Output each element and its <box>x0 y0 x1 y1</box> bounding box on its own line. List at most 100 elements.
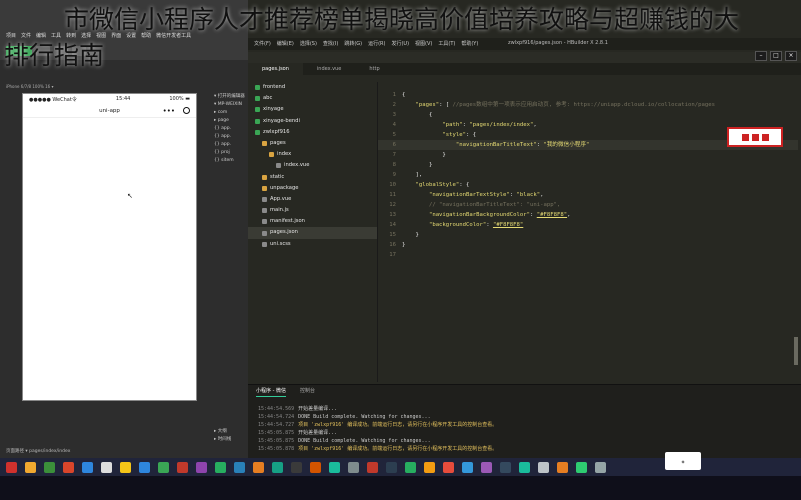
mouse-cursor-icon: ↖ <box>127 192 133 200</box>
sim-capsule-button[interactable]: ••• <box>163 107 190 114</box>
app-icon[interactable] <box>82 461 93 473</box>
code-line[interactable]: 7 } <box>378 150 798 160</box>
tree-item[interactable]: main.js <box>248 205 377 216</box>
tree-item-label: index.vue <box>284 162 310 169</box>
code-line[interactable]: 15 } <box>378 230 798 240</box>
app-icon[interactable] <box>25 461 36 473</box>
app-icon[interactable] <box>177 461 188 473</box>
code-line[interactable]: 8 } <box>378 160 798 170</box>
code-line[interactable]: 17 <box>378 250 798 260</box>
tree-item[interactable]: frontend <box>248 82 377 93</box>
code-line[interactable]: 12 // "navigationBarTitleText": "uni-app… <box>378 200 798 210</box>
devtools-tree-item[interactable]: {} sitem <box>214 157 248 165</box>
console-message: DONE Build complete. Watching for change… <box>298 414 431 420</box>
tree-item-label: manifest.json <box>270 218 305 225</box>
tree-item[interactable]: index <box>248 149 377 160</box>
start-button-icon[interactable] <box>6 461 17 473</box>
app-icon[interactable] <box>538 461 549 473</box>
tree-item[interactable]: pages.json <box>248 227 377 239</box>
app-icon[interactable] <box>367 461 378 473</box>
code-line[interactable]: 9 ], <box>378 170 798 180</box>
phone-simulator[interactable]: ●●●●● WeChat令 15:44 100% ▬ uni-app ••• ↖ <box>22 93 197 401</box>
app-icon[interactable] <box>557 461 568 473</box>
code-line[interactable]: 1{ <box>378 90 798 100</box>
console-tab[interactable]: 小程序 - 微信 <box>256 385 286 397</box>
devtools-outline-item[interactable]: ▸ 时间线 <box>214 436 248 444</box>
file-icon <box>262 196 267 202</box>
app-icon[interactable] <box>576 461 587 473</box>
app-icon[interactable] <box>310 461 321 473</box>
code-line[interactable]: 10 "globalStyle": { <box>378 180 798 190</box>
code-line[interactable]: 3 { <box>378 110 798 120</box>
tree-item[interactable]: xinyage <box>248 104 377 115</box>
app-icon[interactable] <box>424 461 435 473</box>
tree-item-label: pages.json <box>270 229 298 236</box>
app-icon[interactable] <box>158 461 169 473</box>
device-selector[interactable]: iPhone 6/7/8 100% 16 ▾ <box>6 84 53 89</box>
close-target-icon[interactable] <box>183 107 190 114</box>
tree-item[interactable]: xinyage-bendi <box>248 116 377 127</box>
console-line: 15:45:05.875 DONE Build complete. Watchin… <box>248 437 801 445</box>
app-icon[interactable] <box>139 461 150 473</box>
editor-scrollbar[interactable] <box>794 337 798 365</box>
app-icon[interactable] <box>291 461 302 473</box>
app-icon[interactable] <box>120 461 131 473</box>
app-icon[interactable] <box>272 461 283 473</box>
app-icon[interactable] <box>44 461 55 473</box>
app-icon[interactable] <box>443 461 454 473</box>
app-icon[interactable] <box>595 461 606 473</box>
app-icon[interactable] <box>329 461 340 473</box>
tree-item[interactable]: App.vue <box>248 194 377 205</box>
app-icon[interactable] <box>462 461 473 473</box>
code-line[interactable]: 14 "backgroundColor": "#F8F8F8" <box>378 220 798 230</box>
widget-icon <box>751 133 759 141</box>
tree-item[interactable]: abc <box>248 93 377 104</box>
floating-widget[interactable] <box>727 127 783 147</box>
app-icon[interactable] <box>234 461 245 473</box>
devtools-file-tree: ▾ 打开的编辑器 ▾ MP-WEIXIN ▸ com ▸ page{} app.{} … <box>214 93 248 165</box>
code-line[interactable]: 16} <box>378 240 798 250</box>
tree-item[interactable]: uni.scss <box>248 239 377 250</box>
tree-item[interactable]: manifest.json <box>248 216 377 227</box>
folder-icon <box>262 174 267 180</box>
tree-item[interactable]: static <box>248 172 377 183</box>
code-line[interactable]: 2 "pages": [ //pages数组中第一项表示应用启动页, 参考: h… <box>378 100 798 110</box>
console-tab[interactable]: 控制台 <box>300 385 315 397</box>
tree-item[interactable]: index.vue <box>248 160 377 171</box>
devtools-outline-item[interactable]: ▸ 大纲 <box>214 428 248 436</box>
devtools-tree-item[interactable]: ▾ MP-WEIXIN <box>214 101 248 109</box>
devtools-tree-item[interactable]: {} proj <box>214 149 248 157</box>
devtools-tree-item[interactable]: {} app. <box>214 133 248 141</box>
app-icon[interactable] <box>253 461 264 473</box>
tree-item[interactable]: pages <box>248 138 377 149</box>
tree-item[interactable]: unpackage <box>248 183 377 194</box>
devtools-tree-item[interactable]: ▸ page <box>214 117 248 125</box>
app-icon[interactable] <box>405 461 416 473</box>
app-icon[interactable] <box>101 461 112 473</box>
tree-item-label: pages <box>270 139 286 146</box>
code-text: } <box>402 232 419 238</box>
code-text: "navigationBarBackgroundColor": "#F8F8F8… <box>428 212 571 218</box>
app-icon[interactable] <box>500 461 511 473</box>
app-icon[interactable] <box>215 461 226 473</box>
devtools-tree-item[interactable]: {} app. <box>214 141 248 149</box>
devtools-tree-item[interactable]: ▸ com <box>214 109 248 117</box>
app-icon[interactable] <box>63 461 74 473</box>
app-icon[interactable] <box>481 461 492 473</box>
more-dots-icon[interactable]: ••• <box>163 107 175 114</box>
tree-item-label: uni.scss <box>270 240 291 247</box>
tree-item[interactable]: zwlxpf916 <box>248 127 377 138</box>
code-line[interactable]: 13 "navigationBarBackgroundColor": "#F8F… <box>378 210 798 220</box>
app-icon[interactable] <box>348 461 359 473</box>
headline-overlay: 市微信小程序人才推荐榜单揭晓高价值培养攻略与超赚钱的大 排行指南 <box>4 2 801 74</box>
app-icon[interactable] <box>196 461 207 473</box>
code-line[interactable]: 11 "navigationBarTextStyle": "black", <box>378 190 798 200</box>
console-timestamp: 15:45:05.878 <box>258 446 295 452</box>
devtools-tree-item[interactable]: {} app. <box>214 125 248 133</box>
app-icon[interactable] <box>386 461 397 473</box>
app-icon[interactable] <box>519 461 530 473</box>
folder-icon <box>262 141 267 147</box>
line-number: 14 <box>389 222 396 228</box>
devtools-tree-item[interactable]: ▾ 打开的编辑器 <box>214 93 248 101</box>
project-icon <box>255 107 260 113</box>
